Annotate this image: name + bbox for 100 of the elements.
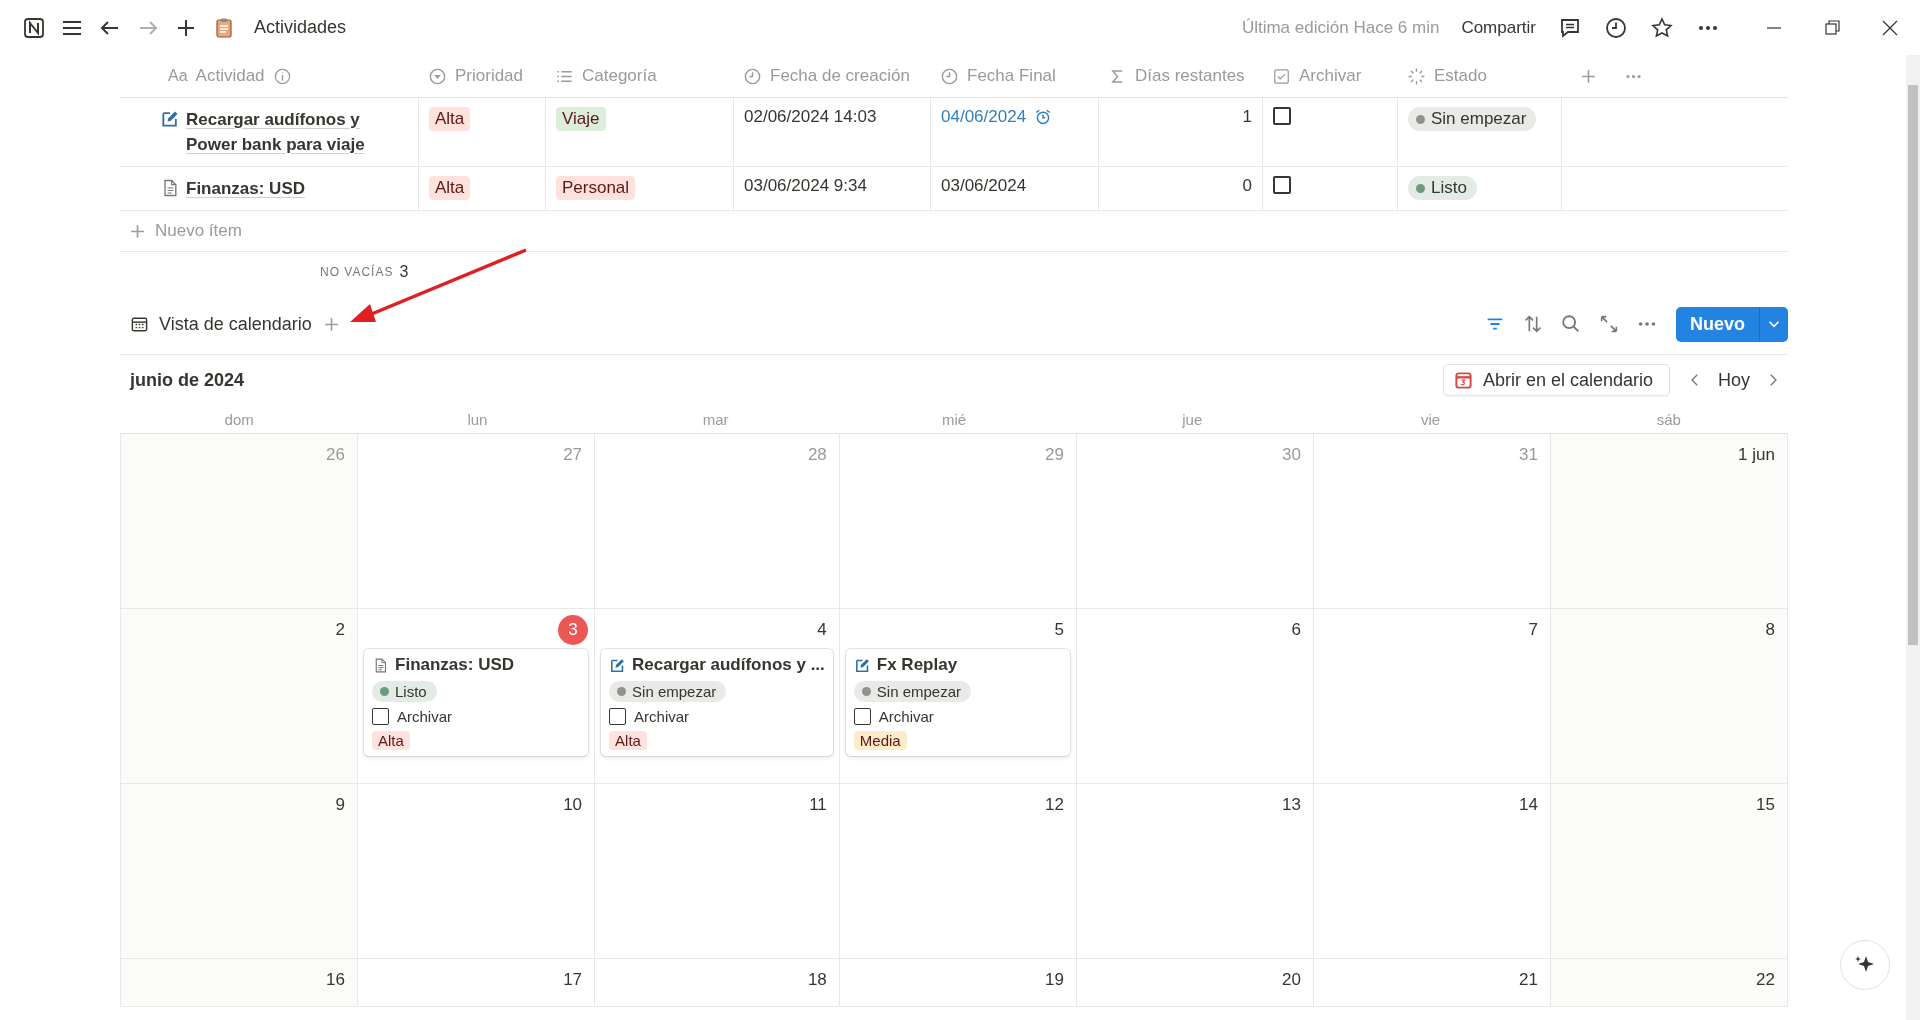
table-cell: 02/06/2024 14:03 xyxy=(733,98,930,166)
event-title: Recargar audífonos y ... xyxy=(632,655,825,675)
day-number: 18 xyxy=(807,970,827,990)
summary-label: NO VACÍAS xyxy=(320,265,394,279)
status-pill: Sin empezar xyxy=(1408,107,1537,131)
day-number: 7 xyxy=(1528,620,1538,640)
day-number: 21 xyxy=(1519,970,1538,990)
today-marker: 3 xyxy=(558,615,589,645)
status-icon xyxy=(1407,66,1426,86)
checkbox-label: Archivar xyxy=(878,708,934,725)
weekday-label: vie xyxy=(1419,410,1442,428)
day-number: 2 xyxy=(335,620,346,640)
checkbox[interactable] xyxy=(1273,176,1291,194)
table-cell: 03/06/2024 9:34 xyxy=(733,167,930,210)
edit-page-icon xyxy=(609,656,627,674)
tag: Alta xyxy=(372,731,410,750)
day-number: 15 xyxy=(1756,795,1775,815)
dropdown-icon xyxy=(428,66,447,86)
weekday-label: sáb xyxy=(1655,410,1682,428)
calendar-app-icon xyxy=(1453,370,1473,390)
day-number: 12 xyxy=(1044,795,1064,815)
event-title: Finanzas: USD xyxy=(395,655,515,675)
weekday-label: lun xyxy=(466,410,489,428)
day-number: 27 xyxy=(563,445,583,465)
edit-page-icon xyxy=(853,656,871,674)
clock-icon[interactable] xyxy=(1604,15,1628,40)
clock-icon xyxy=(940,66,959,86)
event-card[interactable]: Fx Replay Sin empezar Archivar Media xyxy=(845,649,1070,756)
assistant-button[interactable] xyxy=(1840,940,1890,990)
weekday-label: mar xyxy=(701,410,730,428)
tag: Media xyxy=(853,731,907,750)
day-number: 30 xyxy=(1282,445,1301,465)
open-calendar-button[interactable]: Abrir en el calendario xyxy=(1442,364,1670,396)
today-button[interactable]: Hoy xyxy=(1718,369,1750,391)
checkbox[interactable] xyxy=(853,708,871,725)
checkbox[interactable] xyxy=(609,708,627,725)
day-number: 1 jun xyxy=(1738,445,1775,465)
day-number: 4 xyxy=(817,620,827,640)
row-title[interactable]: Recargar audífonos y Power bank para viaje xyxy=(186,107,388,157)
tag: Viaje xyxy=(556,107,606,131)
tag: Alta xyxy=(609,731,647,750)
tag: Personal xyxy=(556,176,636,200)
checkbox[interactable] xyxy=(1273,107,1291,125)
status-pill: Sin empezar xyxy=(853,681,972,702)
app-logo-icon[interactable] xyxy=(22,15,46,40)
day-number: 14 xyxy=(1519,795,1538,815)
day-number: 28 xyxy=(807,445,827,465)
tag: Alta xyxy=(429,176,471,200)
checkbox-label: Archivar xyxy=(634,708,690,725)
edit-page-icon xyxy=(160,109,180,129)
search-icon[interactable] xyxy=(1560,313,1582,335)
star-icon[interactable] xyxy=(1650,15,1674,40)
day-number: 16 xyxy=(326,970,346,990)
day-number: 6 xyxy=(1291,620,1301,640)
day-number: 9 xyxy=(335,795,346,815)
day-number: 22 xyxy=(1756,970,1775,990)
event-card[interactable]: Recargar audífonos y ... Sin empezar Archivar Alta xyxy=(601,649,833,756)
day-number: 17 xyxy=(563,970,583,990)
tag: Alta xyxy=(429,107,471,131)
event-title: Fx Replay xyxy=(876,655,958,675)
weekday-label: jue xyxy=(1181,410,1204,428)
day-number: 29 xyxy=(1044,445,1064,465)
sort-icon[interactable] xyxy=(1522,313,1544,335)
weekday-label: dom xyxy=(223,410,255,428)
checkbox[interactable] xyxy=(372,708,390,725)
checkbox-icon xyxy=(1272,66,1291,86)
day-number: 19 xyxy=(1044,970,1064,990)
clock-icon xyxy=(743,66,762,86)
day-number: 13 xyxy=(1282,795,1301,815)
alarm-clock-icon xyxy=(1034,108,1053,126)
weekday-label: mié xyxy=(940,410,968,428)
status-pill: Listo xyxy=(372,681,437,702)
share-button[interactable]: Compartir xyxy=(1461,17,1536,38)
date-text: 04/06/2024 xyxy=(941,107,1027,127)
day-number: 31 xyxy=(1519,445,1538,465)
view-tab[interactable]: Vista de calendario xyxy=(120,313,322,335)
day-number: 10 xyxy=(563,795,583,815)
day-number: 8 xyxy=(1765,620,1775,640)
table-cell: 0 xyxy=(1098,167,1262,210)
status-pill: Listo xyxy=(1408,176,1477,200)
expand-icon[interactable] xyxy=(1598,313,1620,335)
scrollbar-thumb[interactable] xyxy=(1908,85,1918,645)
table-cell: 1 xyxy=(1098,98,1262,166)
status-pill: Sin empezar xyxy=(609,681,727,702)
day-number: 26 xyxy=(326,445,346,465)
day-number: 5 xyxy=(1054,620,1064,640)
day-number: 11 xyxy=(809,795,827,815)
row-title[interactable]: Finanzas: USD xyxy=(186,176,306,201)
last-edited-text: Última edición Hace 6 min xyxy=(1241,17,1440,38)
page-title[interactable]: Actividades xyxy=(254,17,347,38)
month-title: junio de 2024 xyxy=(128,369,246,391)
summary-value: 3 xyxy=(399,263,409,281)
info-icon xyxy=(272,66,292,86)
checkbox-label: Archivar xyxy=(397,708,453,725)
text-type-icon: Aa xyxy=(168,67,188,85)
scrollbar[interactable] xyxy=(1906,55,1920,1020)
day-number: 20 xyxy=(1282,970,1301,990)
calendar-icon xyxy=(130,314,149,334)
date-text: 03/06/2024 xyxy=(941,176,1027,196)
event-card[interactable]: Finanzas: USD Listo Archivar Alta xyxy=(364,649,589,756)
